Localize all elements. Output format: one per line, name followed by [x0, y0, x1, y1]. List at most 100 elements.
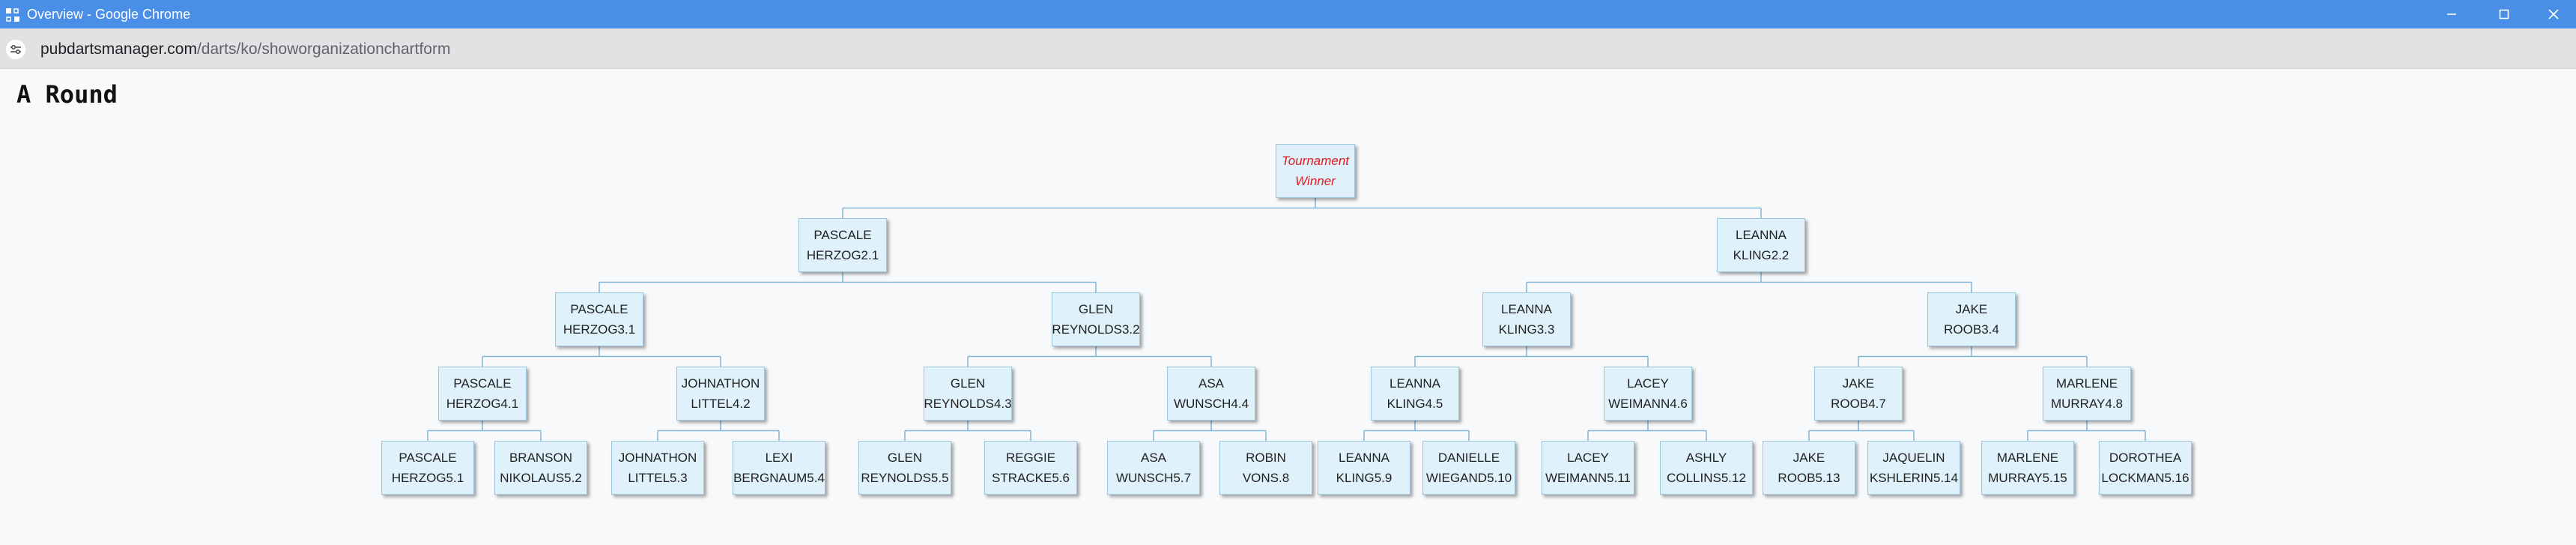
player-node-round3-3-line1: LEANNA [1500, 302, 1553, 316]
player-node-round5-10-line2: WIEGAND5.10 [1425, 471, 1512, 485]
player-node-round3-2-line1: GLEN [1078, 302, 1114, 316]
url-field[interactable]: pubdartsmanager.com/darts/ko/showorganiz… [40, 40, 450, 59]
player-node-round4-2-line1: JOHNATHON [681, 376, 760, 391]
player-node-round5-9-line1: LEANNA [1338, 451, 1390, 465]
player-node-round5-12[interactable]: ASHLY COLLINS5.12 [1660, 441, 1753, 495]
chrome-app-icon[interactable] [4, 7, 21, 23]
player-node-round5-4[interactable]: LEXI BERGNAUM5.4 [733, 441, 825, 495]
url-domain: pubdartsmanager.com [40, 40, 197, 58]
player-node-round5-10-line1: DANIELLE [1437, 451, 1500, 465]
player-node-round3-4[interactable]: JAKE ROOB3.4 [1927, 292, 2016, 346]
player-node-round3-3-line2: KLING3.3 [1498, 322, 1555, 337]
player-node-round2-2[interactable]: LEANNA KLING2.2 [1717, 218, 1805, 272]
player-node-round5-11-line1: LACEY [1567, 451, 1609, 465]
player-node-round3-3[interactable]: LEANNA KLING3.3 [1482, 292, 1571, 346]
winner-node[interactable]: Tournament Winner [1276, 144, 1355, 198]
player-node-round5-8[interactable]: ROBIN VONS.8 [1219, 441, 1312, 495]
player-node-round4-6-line2: WEIMANN4.6 [1608, 397, 1688, 411]
player-node-round5-6-line2: STRACKE5.6 [992, 471, 1070, 485]
player-node-round5-16-line1: DOROTHEA [2109, 451, 2182, 465]
player-node-round5-1-line1: PASCALE [398, 451, 457, 465]
bracket-chart: Tournament Winner PASCALE HERZOG2.1 LEANNA KL… [0, 69, 2576, 545]
player-node-round5-15[interactable]: MARLENE MURRAY5.15 [1981, 441, 2074, 495]
player-node-round5-6[interactable]: REGGIE STRACKE5.6 [984, 441, 1077, 495]
site-settings-button[interactable] [6, 40, 25, 59]
player-node-round5-8-line1: ROBIN [1246, 451, 1286, 465]
player-node-round5-12-line2: COLLINS5.12 [1667, 471, 1746, 485]
player-node-round5-13[interactable]: JAKE ROOB5.13 [1763, 441, 1855, 495]
address-bar: pubdartsmanager.com/darts/ko/showorganiz… [0, 28, 2576, 69]
player-node-round5-4-line2: BERGNAUM5.4 [733, 471, 825, 485]
maximize-icon [2499, 9, 2509, 19]
player-node-round4-7[interactable]: JAKE ROOB4.7 [1814, 367, 1903, 421]
player-node-round4-8-line2: MURRAY4.8 [2050, 397, 2124, 411]
player-node-round5-5-line2: REYNOLDS5.5 [861, 471, 949, 485]
player-node-round5-15-line2: MURRAY5.15 [1988, 471, 2067, 485]
player-node-round3-4-line2: ROOB3.4 [1944, 322, 1999, 337]
player-node-round4-5-line2: KLING4.5 [1387, 397, 1443, 411]
player-node-round4-6-line1: LACEY [1627, 376, 1669, 391]
player-node-round2-2-line2: KLING2.2 [1733, 248, 1789, 262]
winner-node-line1: Tournament [1281, 154, 1350, 168]
player-node-round2-1-line1: PASCALE [813, 228, 872, 242]
player-node-round5-9-line2: KLING5.9 [1336, 471, 1392, 485]
player-node-round4-1-line2: HERZOG4.1 [446, 397, 519, 411]
player-node-round4-3-line2: REYNOLDS4.3 [924, 397, 1012, 411]
player-node-round3-2-line2: REYNOLDS3.2 [1052, 322, 1140, 337]
player-node-round5-3-line2: LITTEL5.3 [628, 471, 688, 485]
player-node-round5-2-line2: NIKOLAUS5.2 [500, 471, 582, 485]
player-node-round4-4-line1: ASA [1198, 376, 1225, 391]
player-node-round4-6[interactable]: LACEY WEIMANN4.6 [1604, 367, 1692, 421]
player-node-round3-1-line2: HERZOG3.1 [563, 322, 636, 337]
player-node-round5-8-line2: VONS.8 [1242, 471, 1290, 485]
player-node-round5-9[interactable]: LEANNA KLING5.9 [1318, 441, 1410, 495]
player-node-round4-3[interactable]: GLEN REYNOLDS4.3 [924, 367, 1012, 421]
player-node-round3-2[interactable]: GLEN REYNOLDS3.2 [1052, 292, 1140, 346]
player-node-round5-13-line1: JAKE [1792, 451, 1825, 465]
player-node-round3-1[interactable]: PASCALE HERZOG3.1 [555, 292, 643, 346]
player-node-round5-11[interactable]: LACEY WEIMANN5.11 [1542, 441, 1634, 495]
close-icon [2548, 9, 2559, 19]
player-node-round5-11-line2: WEIMANN5.11 [1545, 471, 1631, 485]
player-node-round5-5-line1: GLEN [887, 451, 923, 465]
window-title: Overview - Google Chrome [27, 7, 191, 22]
player-node-round2-2-line1: LEANNA [1735, 228, 1787, 242]
player-node-round4-1-line1: PASCALE [453, 376, 512, 391]
player-node-round2-1-line2: HERZOG2.1 [806, 248, 879, 262]
player-node-round5-3[interactable]: JOHNATHON LITTEL5.3 [611, 441, 704, 495]
player-node-round5-16[interactable]: DOROTHEA LOCKMAN5.16 [2099, 441, 2192, 495]
player-node-round5-5[interactable]: GLEN REYNOLDS5.5 [858, 441, 951, 495]
player-node-round4-2[interactable]: JOHNATHON LITTEL4.2 [676, 367, 765, 421]
player-node-round4-5-line1: LEANNA [1389, 376, 1441, 391]
player-node-round5-7[interactable]: ASA WUNSCH5.7 [1107, 441, 1200, 495]
player-node-round3-1-line1: PASCALE [570, 302, 628, 316]
player-node-round5-7-line2: WUNSCH5.7 [1115, 471, 1192, 485]
player-node-round5-12-line1: ASHLY [1685, 451, 1727, 465]
player-node-round4-4[interactable]: ASA WUNSCH4.4 [1167, 367, 1255, 421]
player-node-round5-3-line1: JOHNATHON [618, 451, 697, 465]
maximize-button[interactable] [2482, 0, 2527, 28]
player-node-round5-10[interactable]: DANIELLE WIEGAND5.10 [1422, 441, 1515, 495]
tune-icon [10, 45, 21, 54]
player-node-round5-4-line1: LEXI [765, 451, 793, 465]
player-node-round5-2-line1: BRANSON [509, 451, 573, 465]
minimize-icon [2447, 13, 2456, 15]
player-node-round5-14-line1: JAQUELIN [1882, 451, 1945, 465]
player-node-round4-7-line2: ROOB4.7 [1831, 397, 1886, 411]
winner-node-line2: Winner [1295, 174, 1336, 188]
player-node-round5-2[interactable]: BRANSON NIKOLAUS5.2 [494, 441, 587, 495]
player-node-round5-14[interactable]: JAQUELIN KSHLERIN5.14 [1867, 441, 1960, 495]
player-node-round5-1[interactable]: PASCALE HERZOG5.1 [381, 441, 474, 495]
minimize-button[interactable] [2429, 0, 2474, 28]
player-node-round4-8[interactable]: MARLENE MURRAY4.8 [2043, 367, 2131, 421]
player-node-round5-16-line2: LOCKMAN5.16 [2101, 471, 2189, 485]
player-node-round2-1[interactable]: PASCALE HERZOG2.1 [798, 218, 887, 272]
player-node-round4-7-line1: JAKE [1842, 376, 1875, 391]
player-node-round5-14-line2: KSHLERIN5.14 [1869, 471, 1959, 485]
url-path: /darts/ko/showorganizationchartform [196, 40, 451, 58]
player-node-round4-1[interactable]: PASCALE HERZOG4.1 [438, 367, 527, 421]
player-node-round3-4-line1: JAKE [1955, 302, 1988, 316]
close-button[interactable] [2531, 0, 2576, 28]
player-node-round4-5[interactable]: LEANNA KLING4.5 [1371, 367, 1459, 421]
player-node-round4-3-line1: GLEN [950, 376, 986, 391]
